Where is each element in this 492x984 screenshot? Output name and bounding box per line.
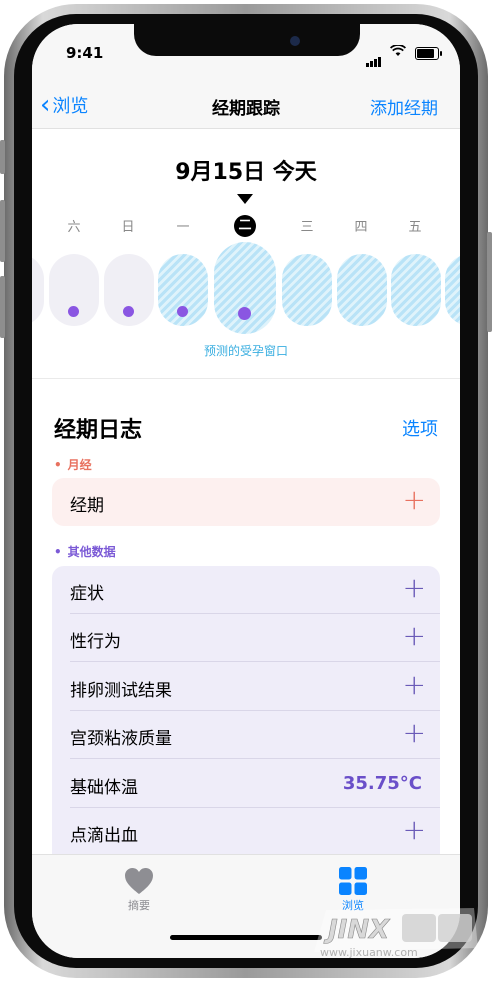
calendar-day-pill-fertile[interactable] xyxy=(158,254,208,326)
bullet-icon: • xyxy=(54,545,62,559)
logged-data-dot xyxy=(238,307,251,320)
calendar-day-pill-fertile[interactable] xyxy=(282,254,332,326)
weekday-label: 一 xyxy=(176,220,190,235)
watermark-text: www.jixuanw.com xyxy=(320,946,418,959)
log-title: 经期日志 xyxy=(54,418,143,443)
logged-data-dot xyxy=(123,306,134,317)
list-item-spotting[interactable]: 点滴出血 + xyxy=(52,808,440,856)
section-label-text: 其他数据 xyxy=(67,545,116,559)
tab-label: 摘要 xyxy=(128,899,150,912)
calendar-day-pill[interactable] xyxy=(104,254,154,326)
calendar-day-pill-fertile[interactable] xyxy=(391,254,441,326)
battery-icon xyxy=(415,47,442,60)
calendar-day-pill-today[interactable] xyxy=(214,242,276,334)
tab-summary[interactable]: 摘要 xyxy=(109,865,169,913)
row-label: 经期 xyxy=(70,496,104,516)
divider xyxy=(32,378,460,379)
row-label: 基础体温 xyxy=(70,778,138,798)
other-data-section-label: • 其他数据 xyxy=(54,543,116,560)
options-button[interactable]: 选项 xyxy=(402,415,438,441)
add-plus-icon[interactable]: + xyxy=(403,717,426,749)
camera-icon xyxy=(290,36,300,46)
logged-data-dot xyxy=(68,306,79,317)
list-item-symptoms[interactable]: 症状 + xyxy=(52,566,440,614)
today-pointer-icon xyxy=(237,194,253,204)
calendar-day-pill[interactable] xyxy=(32,254,44,326)
current-date: 9月15日 今天 xyxy=(175,160,317,185)
grid-icon xyxy=(323,865,383,897)
home-indicator[interactable] xyxy=(170,935,322,940)
add-plus-icon[interactable]: + xyxy=(403,572,426,604)
phone-side-button xyxy=(0,140,5,174)
section-label-text: 月经 xyxy=(67,458,92,472)
status-time: 9:41 xyxy=(66,44,104,62)
other-data-list: 症状 + 性行为 + 排卵测试结果 + 宫颈粘液质量 + 基础体温 35.75°… xyxy=(52,566,440,866)
weekday-label: 四 xyxy=(354,220,368,235)
basal-temperature-value: 35.75°C xyxy=(342,773,422,794)
period-row[interactable]: 经期 + xyxy=(52,478,440,526)
add-period-button[interactable]: 添加经期 xyxy=(370,94,438,119)
row-divider xyxy=(70,758,440,759)
weekday-label: 六 xyxy=(67,220,81,235)
add-plus-icon[interactable]: + xyxy=(403,620,426,652)
list-item-ovulation-test[interactable]: 排卵测试结果 + xyxy=(52,663,440,711)
calendar-day-pill[interactable] xyxy=(49,254,99,326)
phone-side-button xyxy=(0,200,5,262)
list-item-sexual-activity[interactable]: 性行为 + xyxy=(52,614,440,662)
svg-text:JINX: JINX xyxy=(323,915,391,945)
weekday-label: 三 xyxy=(300,220,314,235)
row-label: 宫颈粘液质量 xyxy=(70,729,172,749)
screen: 9:41 ‹ 浏览 经期跟踪 添加经期 9月15日 今天 六 日 一 二 三 四… xyxy=(32,24,460,958)
weekday-label: 日 xyxy=(121,220,135,235)
weekday-label-today: 二 xyxy=(234,215,256,237)
phone-side-button xyxy=(0,276,5,338)
add-period-plus-icon[interactable]: + xyxy=(403,484,426,516)
calendar-day-pill-fertile[interactable] xyxy=(445,254,460,326)
row-label: 排卵测试结果 xyxy=(70,681,172,701)
notch xyxy=(134,24,360,56)
add-plus-icon[interactable]: + xyxy=(403,669,426,701)
row-label: 点滴出血 xyxy=(70,826,138,846)
signal-icon xyxy=(366,48,382,67)
wifi-icon xyxy=(389,44,407,61)
heart-icon xyxy=(109,865,169,897)
weekday-label: 五 xyxy=(408,220,422,235)
row-label: 性行为 xyxy=(70,632,121,652)
bullet-icon: • xyxy=(54,458,62,472)
row-label: 症状 xyxy=(70,584,104,604)
fertile-window-label: 预测的受孕窗口 xyxy=(203,344,288,358)
row-divider xyxy=(70,661,440,662)
watermark-logo: JINX www.jixuanw.com xyxy=(306,902,486,962)
navigation-bar: ‹ 浏览 经期跟踪 添加经期 xyxy=(32,84,460,129)
logged-data-dot xyxy=(177,306,188,317)
phone-side-button xyxy=(487,232,492,332)
calendar-day-pill-fertile[interactable] xyxy=(337,254,387,326)
add-plus-icon[interactable]: + xyxy=(403,814,426,846)
list-item-basal-temperature[interactable]: 基础体温 35.75°C xyxy=(52,760,440,808)
menstruation-section-label: • 月经 xyxy=(54,456,92,473)
status-bar: 9:41 xyxy=(32,24,460,84)
list-item-cervical-mucus[interactable]: 宫颈粘液质量 + xyxy=(52,711,440,759)
